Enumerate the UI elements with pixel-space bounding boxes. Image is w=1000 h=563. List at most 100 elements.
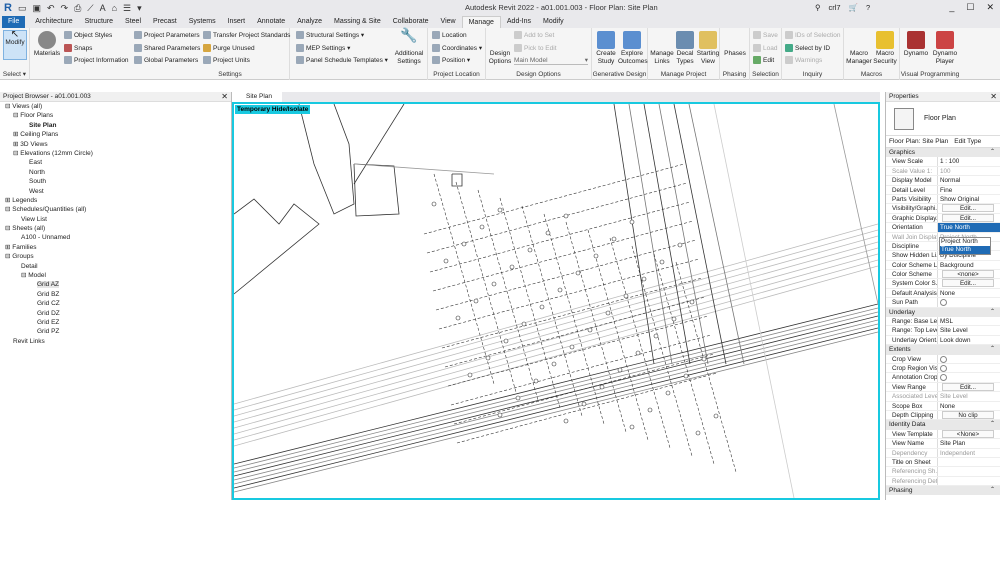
tab-file[interactable]: File [2,16,26,28]
create-study-button[interactable]: Create Study [594,31,618,66]
tab-annotate[interactable]: Annotate [251,16,291,28]
minimize-button[interactable]: _ [949,2,954,13]
user-name[interactable]: crl7 [829,3,841,12]
browser-item[interactable]: ⊞ Legends [0,196,231,205]
mep-settings-button[interactable]: MEP Settings ▾ [296,44,350,52]
object-styles-button[interactable]: Object Styles [64,31,112,39]
explore-outcomes-button[interactable]: Explore Outcomes [618,31,648,66]
snaps-button[interactable]: Snaps [64,44,92,52]
location-button[interactable]: Location [432,31,467,39]
open-icon[interactable]: ▭ [18,3,27,14]
option-project-north[interactable]: Project North [940,238,990,246]
option-true-north[interactable]: True North [940,246,990,254]
starting-view-button[interactable]: Starting View [696,31,720,66]
property-value[interactable]: Site Level [938,392,1000,400]
edit-button[interactable]: Edit... [942,213,994,222]
tab-site-plan[interactable]: Site Plan [232,92,283,102]
browser-item[interactable]: North [0,168,231,177]
section-header[interactable]: Extents [886,345,1000,355]
additional-settings-button[interactable]: 🔧 Additional Settings [392,28,426,66]
section-header[interactable]: Identity Data [886,420,1000,430]
checkbox[interactable] [940,355,947,363]
browser-item[interactable]: ⊟ Schedules/Quantities (all) [0,205,231,214]
drawing-canvas[interactable]: Temporary Hide/Isolate [232,102,880,500]
checkbox[interactable] [940,374,947,382]
property-value[interactable]: <None> [938,429,1000,438]
property-value[interactable]: MSL [938,317,1000,325]
browser-item[interactable]: East [0,158,231,167]
property-value[interactable]: Edit... [938,382,1000,391]
browser-item[interactable]: A100 - Unnamed [0,233,231,242]
design-option-select[interactable]: Main Model ▾ [514,56,588,65]
project-units-button[interactable]: Project Units [203,56,250,64]
property-value[interactable]: 1 : 100 [938,157,1000,165]
checkbox[interactable] [940,364,947,372]
section-header[interactable]: Graphics [886,148,1000,158]
tab-steel[interactable]: Steel [119,16,147,28]
tab-modify[interactable]: Modify [537,16,570,28]
orientation-dropdown[interactable]: Project North True North [939,237,991,255]
property-value[interactable] [938,373,1000,382]
property-value[interactable]: 100 [938,167,1000,175]
browser-item[interactable]: ⊟ Model [0,271,231,280]
redo-icon[interactable]: ↷ [61,3,69,14]
browser-item[interactable]: Grid CZ [0,299,231,308]
browser-item[interactable]: Site Plan [0,121,231,130]
help-icon[interactable]: ? [866,3,870,12]
property-value[interactable]: Look down [938,336,1000,344]
property-value[interactable]: Edit... [938,279,1000,288]
pick-to-edit-button[interactable]: Pick to Edit [514,44,557,52]
edit-button[interactable]: <none> [942,270,994,279]
property-value[interactable]: Independent [938,449,1000,457]
add-to-set-button[interactable]: Add to Set [514,31,554,39]
browser-item[interactable]: ⊞ 3D Views [0,140,231,149]
property-value[interactable] [938,477,1000,485]
section-header[interactable]: Phasing [886,486,1000,496]
browser-item[interactable]: Grid EZ [0,318,231,327]
browser-item[interactable]: Revit Links [0,337,231,346]
close-icon[interactable]: ✕ [221,92,228,102]
property-value[interactable]: Show Original [938,195,1000,203]
dynamo-button[interactable]: Dynamo [902,31,930,58]
close-button[interactable]: ✕ [986,2,994,13]
structural-settings-button[interactable]: Structural Settings ▾ [296,31,364,39]
decal-types-button[interactable]: Decal Types [674,31,696,66]
property-value[interactable] [938,355,1000,363]
select-by-id-button[interactable]: Select by ID [785,44,830,52]
property-value[interactable]: Fine [938,186,1000,194]
modify-button[interactable]: ↖ Modify [3,30,27,60]
property-value[interactable]: True North [938,223,1000,232]
property-value[interactable]: Background [938,261,1000,269]
browser-item[interactable]: Grid DZ [0,309,231,318]
instance-selector[interactable]: Floor Plan: Site Plan [889,138,948,145]
type-selector[interactable]: Floor Plan [886,102,1000,136]
edit-selection-button[interactable]: Edit [753,56,774,64]
shared-parameters-button[interactable]: Shared Parameters [134,44,200,52]
property-value[interactable]: Site Plan [938,439,1000,447]
purge-unused-button[interactable]: Purge Unused [203,44,255,52]
cart-icon[interactable]: 🛒 [849,3,858,12]
property-value[interactable]: Normal [938,176,1000,184]
property-value[interactable]: None [938,289,1000,297]
save-selection-button[interactable]: Save [753,31,778,39]
manage-links-button[interactable]: Manage Links [650,31,674,66]
checkbox[interactable] [940,299,947,307]
load-selection-button[interactable]: Load [753,44,777,52]
browser-item[interactable]: Grid BZ [0,290,231,299]
tab-view[interactable]: View [435,16,462,28]
browser-item[interactable]: ⊟ Views (all) [0,102,231,111]
property-value[interactable]: <none> [938,270,1000,279]
tab-insert[interactable]: Insert [222,16,252,28]
property-value[interactable]: Edit... [938,204,1000,213]
macro-security-button[interactable]: Macro Security [872,31,898,66]
browser-item[interactable]: Grid AZ [0,280,231,289]
browser-item[interactable]: ⊟ Floor Plans [0,111,231,120]
browser-item[interactable]: View List [0,215,231,224]
measure-icon[interactable]: ⟋ [87,3,93,14]
project-parameters-button[interactable]: Project Parameters [134,31,200,39]
property-value[interactable] [938,364,1000,372]
tab-analyze[interactable]: Analyze [291,16,328,28]
phases-button[interactable]: Phases [722,31,748,58]
panel-schedule-templates-button[interactable]: Panel Schedule Templates ▾ [296,56,388,64]
property-value[interactable]: No clip [938,410,1000,419]
